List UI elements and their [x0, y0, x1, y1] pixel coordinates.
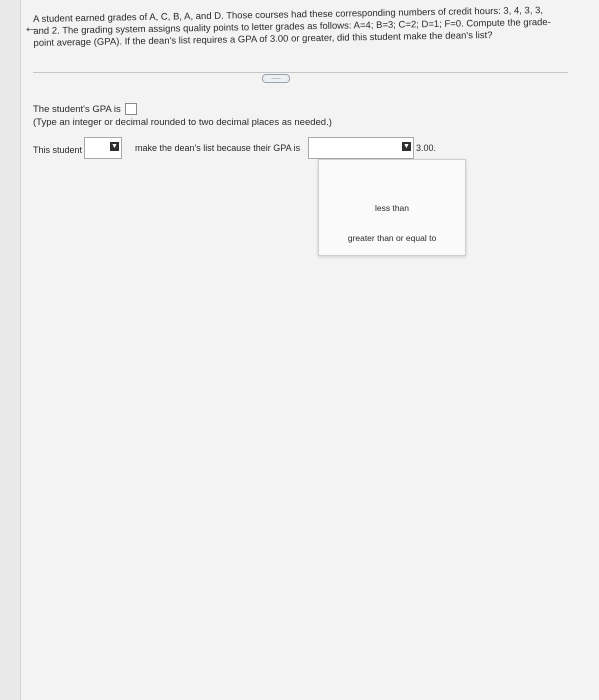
answer-hint: (Type an integer or decimal rounded to t…: [33, 117, 332, 128]
threshold-value: 3.00.: [416, 143, 437, 153]
gpa-label: The student's GPA is: [33, 103, 121, 115]
caret-down-icon[interactable]: ▼: [110, 142, 119, 151]
more-button[interactable]: .....: [262, 74, 290, 83]
deans-prefix: This student: [33, 145, 83, 155]
comparison-menu: less than greater than or equal to: [318, 159, 466, 256]
menu-option-less-than[interactable]: less than: [319, 203, 465, 213]
deans-middle-text: make the dean's list because their GPA i…: [135, 143, 301, 153]
question-page: ← A student earned grades of A, C, B, A,…: [20, 0, 599, 700]
deans-list-prompt: This student ▼ make the dean's list beca…: [33, 137, 453, 159]
menu-option-greater-or-equal[interactable]: greater than or equal to: [319, 233, 465, 243]
gpa-prompt: The student's GPA is: [33, 103, 137, 115]
question-text: A student earned grades of A, C, B, A, a…: [33, 5, 551, 49]
gpa-answer-box[interactable]: [124, 103, 137, 115]
caret-down-icon[interactable]: ▼: [402, 142, 411, 151]
comparison-dropdown[interactable]: ▼: [308, 137, 414, 159]
divider: [33, 72, 568, 73]
make-dropdown[interactable]: ▼: [84, 137, 122, 159]
